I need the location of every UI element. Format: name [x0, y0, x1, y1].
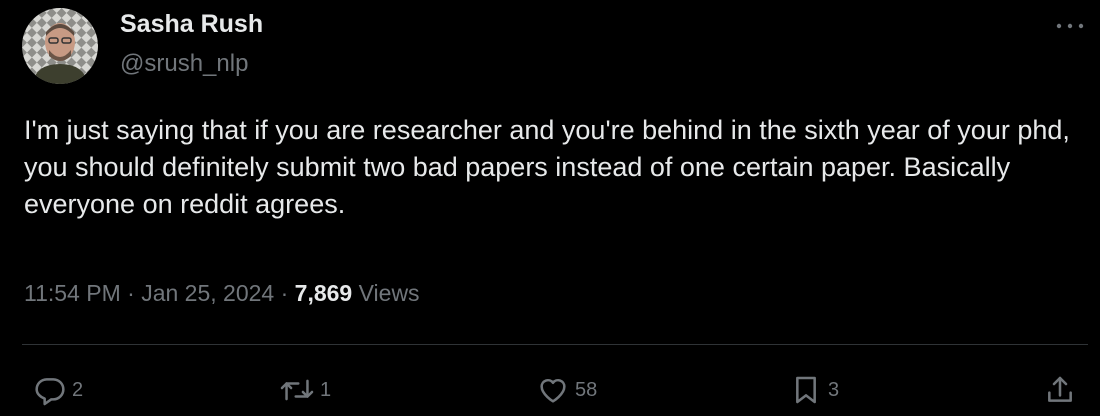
retweet-count: 1: [320, 378, 332, 401]
views-label: Views: [358, 280, 420, 306]
bookmark-icon: [796, 376, 816, 404]
bookmark-count: 3: [828, 378, 840, 401]
reply-button[interactable]: 2: [34, 370, 83, 410]
reply-icon: [35, 378, 65, 406]
more-options-button[interactable]: [1050, 14, 1090, 38]
meta-separator: ·: [280, 280, 289, 306]
retweet-icon: [280, 379, 314, 401]
like-button[interactable]: 58: [537, 370, 597, 410]
avatar[interactable]: [22, 8, 98, 84]
bookmark-button[interactable]: 3: [790, 370, 839, 410]
retweet-button[interactable]: 1: [280, 370, 331, 410]
divider: [22, 344, 1088, 345]
share-icon: [1048, 376, 1072, 402]
more-dots-icon: [1056, 23, 1084, 29]
tweet-date[interactable]: Jan 25, 2024: [141, 280, 274, 306]
heart-icon: [540, 378, 566, 403]
tweet-text: I'm just saying that if you are research…: [24, 115, 1070, 219]
author-display-name[interactable]: Sasha Rush: [120, 10, 263, 39]
author-handle[interactable]: @srush_nlp: [120, 50, 248, 78]
views-count: 7,869: [294, 280, 353, 306]
like-count: 58: [575, 378, 598, 401]
tweet-time[interactable]: 11:54 PM: [24, 280, 121, 306]
tweet-metadata: 11:54 PM · Jan 25, 2024 · 7,869 Views: [24, 280, 420, 307]
share-button[interactable]: [1044, 370, 1076, 410]
tweet-card: Sasha Rush @srush_nlp I'm just saying th…: [0, 0, 1100, 416]
reply-count: 2: [72, 378, 84, 401]
user-avatar-photo-icon: [22, 8, 98, 84]
meta-separator: ·: [127, 280, 135, 306]
